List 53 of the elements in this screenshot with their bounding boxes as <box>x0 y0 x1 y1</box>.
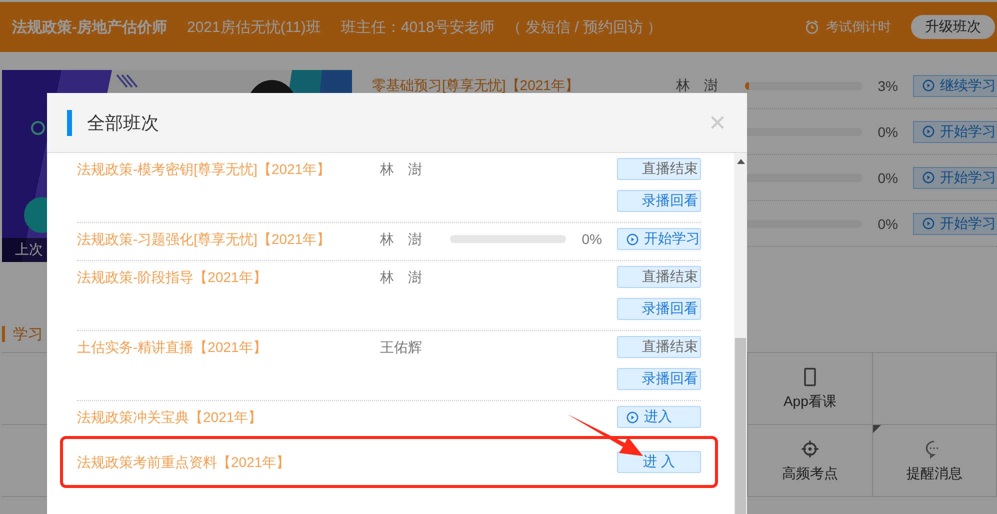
study-button[interactable]: 开始学习 <box>913 212 997 234</box>
class-title[interactable]: 法规政策-模考密钥[尊享无忧]【2021年】 <box>77 158 380 180</box>
feature-tile[interactable]: 提醒消息 <box>872 425 997 497</box>
replay-button[interactable]: 录播回看 <box>617 368 701 390</box>
live-ended-button[interactable]: 直播结束 <box>617 266 701 288</box>
course-name[interactable]: 零基础预习[尊享无忧]【2021年】 <box>372 76 676 94</box>
progress-reading: 0% <box>580 231 602 247</box>
course-title: 法规政策-房地产估价师 <box>12 18 167 36</box>
feature-tile[interactable]: App看课 <box>748 353 873 425</box>
close-icon[interactable] <box>710 115 725 130</box>
study-button[interactable]: 开始学习 <box>913 166 997 188</box>
alarm-clock-icon <box>804 19 820 35</box>
study-button[interactable]: 开始学习 <box>913 120 997 142</box>
crosshair-icon <box>800 438 820 458</box>
play-icon <box>626 232 639 246</box>
class-title[interactable]: 法规政策-阶段指导【2021年】 <box>77 266 380 288</box>
feature-tile[interactable]: 高频考点 <box>748 425 873 497</box>
teacher-name: 林 澍 <box>380 268 423 287</box>
class-name: 2021房估无忧(11)班 <box>187 18 321 36</box>
scroll-up-icon[interactable] <box>736 159 744 164</box>
play-icon <box>922 171 935 184</box>
section-title: 学习 <box>13 324 43 344</box>
teacher-name: 林 澍 <box>380 160 423 179</box>
head-teacher: 班主任：4018号安老师 <box>340 18 494 36</box>
progress-reading: 0% <box>876 170 898 186</box>
dialog-title: 全部班次 <box>87 112 159 134</box>
play-icon <box>922 79 935 92</box>
play-button[interactable]: 开始学习 <box>617 228 701 250</box>
progress-reading: 0% <box>876 216 898 232</box>
live-ended-button[interactable]: 直播结束 <box>617 158 701 180</box>
class-title[interactable]: 土估实务-精讲直播【2021年】 <box>77 336 380 358</box>
class-title[interactable]: 法规政策-习题强化[尊享无忧]【2021年】 <box>77 228 380 250</box>
enter-button[interactable]: 进 入 <box>617 451 701 473</box>
play-button[interactable]: 进入 <box>617 406 701 428</box>
class-title[interactable]: 法规政策冲关宝典【2021年】 <box>77 406 380 428</box>
teacher-name: 林 澍 <box>676 76 719 94</box>
scrollbar[interactable] <box>734 153 747 514</box>
play-icon <box>922 125 935 138</box>
class-title[interactable]: 法规政策考前重点资料【2021年】 <box>77 451 380 473</box>
progress-reading: 3% <box>876 78 898 94</box>
upgrade-button[interactable]: 升级班次 <box>911 15 995 39</box>
play-icon <box>626 410 639 424</box>
study-button[interactable]: 继续学习 <box>913 74 997 96</box>
play-icon <box>922 217 935 230</box>
teacher-name: 王佑辉 <box>380 338 423 357</box>
progress-reading: 0% <box>876 124 898 140</box>
teacher-name: 林 澍 <box>380 230 423 249</box>
last-study-text: 上次 <box>15 241 43 259</box>
contact-link[interactable]: （ 发短信 / 预约回访 ） <box>506 18 662 36</box>
replay-button[interactable]: 录播回看 <box>617 190 701 212</box>
live-ended-button[interactable]: 直播结束 <box>617 336 701 358</box>
replay-button[interactable]: 录播回看 <box>617 298 701 320</box>
exam-countdown-link[interactable]: 考试倒计时 <box>826 18 891 36</box>
